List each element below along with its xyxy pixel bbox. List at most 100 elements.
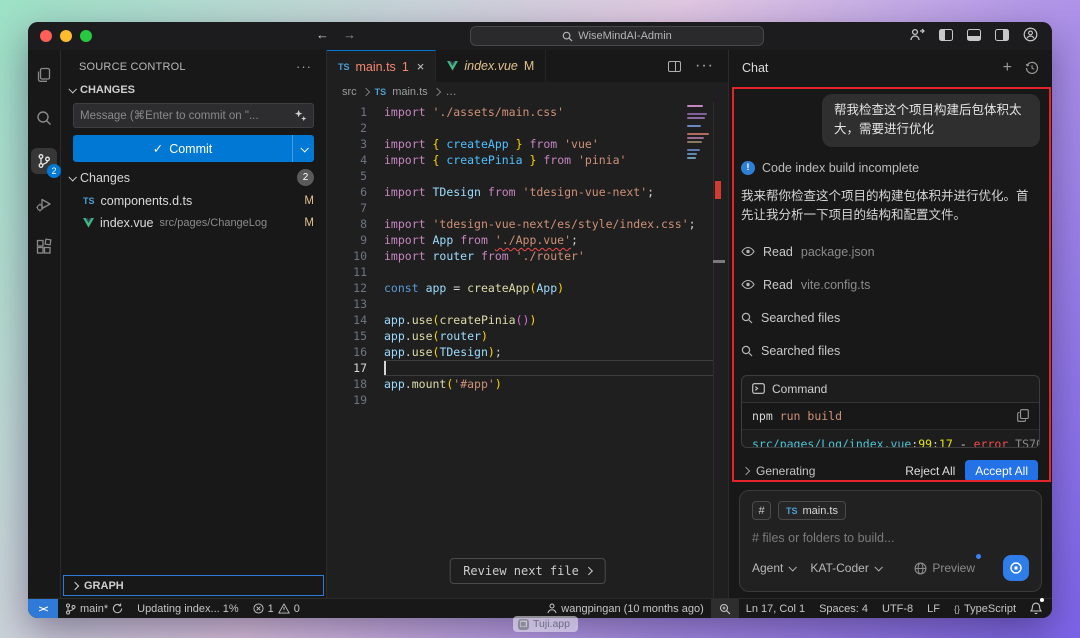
code-line[interactable]: 7 — [327, 200, 728, 216]
code-line[interactable]: 10import router from './router' — [327, 248, 728, 264]
indentation-item[interactable]: Spaces: 4 — [812, 599, 875, 618]
code-line[interactable]: 8import 'tdesign-vue-next/es/style/index… — [327, 216, 728, 232]
reject-all-button[interactable]: Reject All — [905, 464, 955, 478]
toggle-sidebar-icon[interactable] — [939, 29, 953, 41]
line-number: 6 — [327, 184, 367, 200]
send-button[interactable] — [1003, 555, 1029, 581]
maximize-window-button[interactable] — [80, 30, 92, 42]
graph-label: GRAPH — [84, 580, 124, 592]
modified-badge: M — [304, 217, 314, 229]
code-line[interactable]: 6import TDesign from 'tdesign-vue-next'; — [327, 184, 728, 200]
code-line[interactable]: 12const app = createApp(App) — [327, 280, 728, 296]
review-next-file-button[interactable]: Review next file — [449, 558, 606, 584]
cursor-position: Ln 17, Col 1 — [746, 603, 805, 615]
code-line[interactable]: 11 — [327, 264, 728, 280]
code-line[interactable]: 3import { createApp } from 'vue' — [327, 136, 728, 152]
preview-toggle[interactable]: Preview — [914, 561, 979, 575]
chevron-right-icon[interactable] — [742, 467, 750, 475]
git-branch-item[interactable]: main* — [58, 599, 130, 618]
minimap[interactable] — [687, 105, 711, 159]
code-editor[interactable]: 1import './assets/main.css'23import { cr… — [327, 102, 728, 598]
code-line[interactable]: 15app.use(router) — [327, 328, 728, 344]
problems-item[interactable]: 1 0 — [246, 599, 307, 618]
back-icon[interactable]: ← — [316, 27, 329, 42]
code-line[interactable]: 16app.use(TDesign); — [327, 344, 728, 360]
toggle-secondary-sidebar-icon[interactable] — [995, 29, 1009, 41]
encoding-item[interactable]: UTF-8 — [875, 599, 920, 618]
changes-tree-header[interactable]: Changes 2 — [61, 164, 326, 190]
tool-call-searched-files-1[interactable]: Searched files — [741, 311, 1040, 325]
forward-icon[interactable]: → — [343, 27, 356, 42]
changes-section-header[interactable]: CHANGES — [61, 80, 326, 100]
split-editor-icon[interactable] — [668, 61, 681, 72]
context-file-chip[interactable]: TS main.ts — [778, 501, 846, 520]
commit-button[interactable]: ✓ Commit — [73, 135, 314, 162]
account-icon[interactable] — [1023, 27, 1038, 42]
index-status-text: Code index build incomplete — [762, 161, 919, 175]
close-window-button[interactable] — [40, 30, 52, 42]
more-actions-icon[interactable]: ··· — [296, 59, 312, 74]
language-mode-item[interactable]: {} TypeScript — [947, 599, 1023, 618]
code-line[interactable]: 13 — [327, 296, 728, 312]
code-line[interactable]: 9import App from './App.vue'; — [327, 232, 728, 248]
chevron-right-icon — [71, 581, 79, 589]
breadcrumb[interactable]: src TS main.ts … — [327, 82, 728, 102]
code-line[interactable]: 4import { createPinia } from 'pinia' — [327, 152, 728, 168]
mode-selector[interactable]: Agent — [752, 561, 795, 575]
sync-icon — [112, 603, 123, 614]
accept-all-button[interactable]: Accept All — [965, 460, 1038, 482]
command-center-search[interactable]: WiseMindAI-Admin — [470, 26, 764, 46]
chat-input-box[interactable]: # TS main.ts # files or folders to build… — [739, 490, 1042, 592]
eye-icon — [741, 279, 755, 290]
new-chat-icon[interactable]: + — [1003, 59, 1012, 77]
commit-message-box — [73, 103, 314, 128]
toggle-panel-icon[interactable] — [967, 29, 981, 41]
code-line[interactable]: 2 — [327, 120, 728, 136]
indexing-status[interactable]: Updating index... 1% — [130, 599, 246, 618]
changes-tree-label: Changes — [80, 171, 130, 185]
remote-explorer-icon[interactable] — [909, 28, 925, 42]
overview-ruler[interactable] — [713, 102, 728, 598]
history-icon[interactable] — [1025, 61, 1039, 75]
tool-call-searched-files-2[interactable]: Searched files — [741, 344, 1040, 358]
explorer-icon[interactable] — [31, 62, 57, 88]
commit-dropdown-icon[interactable] — [293, 135, 314, 162]
eol-item[interactable]: LF — [920, 599, 947, 618]
globe-icon — [914, 562, 927, 575]
breadcrumb-file[interactable]: main.ts — [392, 86, 427, 98]
code-line[interactable]: 14app.use(createPinia()) — [327, 312, 728, 328]
sparkle-icon[interactable] — [294, 109, 307, 122]
search-view-icon[interactable] — [31, 105, 57, 131]
breadcrumb-more[interactable]: … — [446, 86, 457, 98]
changed-file-components[interactable]: TS components.d.ts M — [61, 190, 326, 212]
notifications-item[interactable] — [1023, 599, 1052, 618]
commit-message-input[interactable] — [80, 110, 294, 122]
zoom-indicator[interactable] — [711, 599, 739, 618]
activity-bar: 2 — [28, 50, 61, 598]
add-context-chip[interactable]: # — [752, 501, 771, 520]
code-line[interactable]: 18app.mount('#app') — [327, 376, 728, 392]
run-debug-icon[interactable] — [31, 191, 57, 217]
code-line[interactable]: 1import './assets/main.css' — [327, 104, 728, 120]
graph-section-header[interactable]: GRAPH — [63, 575, 324, 596]
source-control-icon[interactable]: 2 — [31, 148, 57, 174]
tab-index-vue[interactable]: index.vue M — [436, 50, 546, 82]
changed-file-index-vue[interactable]: index.vue src/pages/ChangeLog M — [61, 212, 326, 234]
code-line[interactable]: 17 — [327, 360, 728, 376]
chat-input-placeholder[interactable]: # files or folders to build... — [752, 531, 1029, 545]
breadcrumb-folder[interactable]: src — [342, 86, 357, 98]
tool-call-read-package[interactable]: Read package.json — [741, 245, 1040, 259]
copy-icon[interactable] — [1017, 409, 1029, 422]
code-line[interactable]: 5 — [327, 168, 728, 184]
close-icon[interactable]: × — [417, 59, 425, 74]
line-number: 19 — [327, 392, 367, 408]
editor-more-actions-icon[interactable]: ··· — [695, 57, 714, 75]
tab-main-ts[interactable]: TS main.ts 1 × — [327, 50, 436, 82]
extensions-icon[interactable] — [31, 234, 57, 260]
tool-call-read-vite-config[interactable]: Read vite.config.ts — [741, 278, 1040, 292]
remote-indicator[interactable]: >< — [28, 599, 58, 618]
cursor-position-item[interactable]: Ln 17, Col 1 — [739, 599, 812, 618]
minimize-window-button[interactable] — [60, 30, 72, 42]
code-line[interactable]: 19 — [327, 392, 728, 408]
model-selector[interactable]: KAT-Coder — [810, 561, 880, 575]
